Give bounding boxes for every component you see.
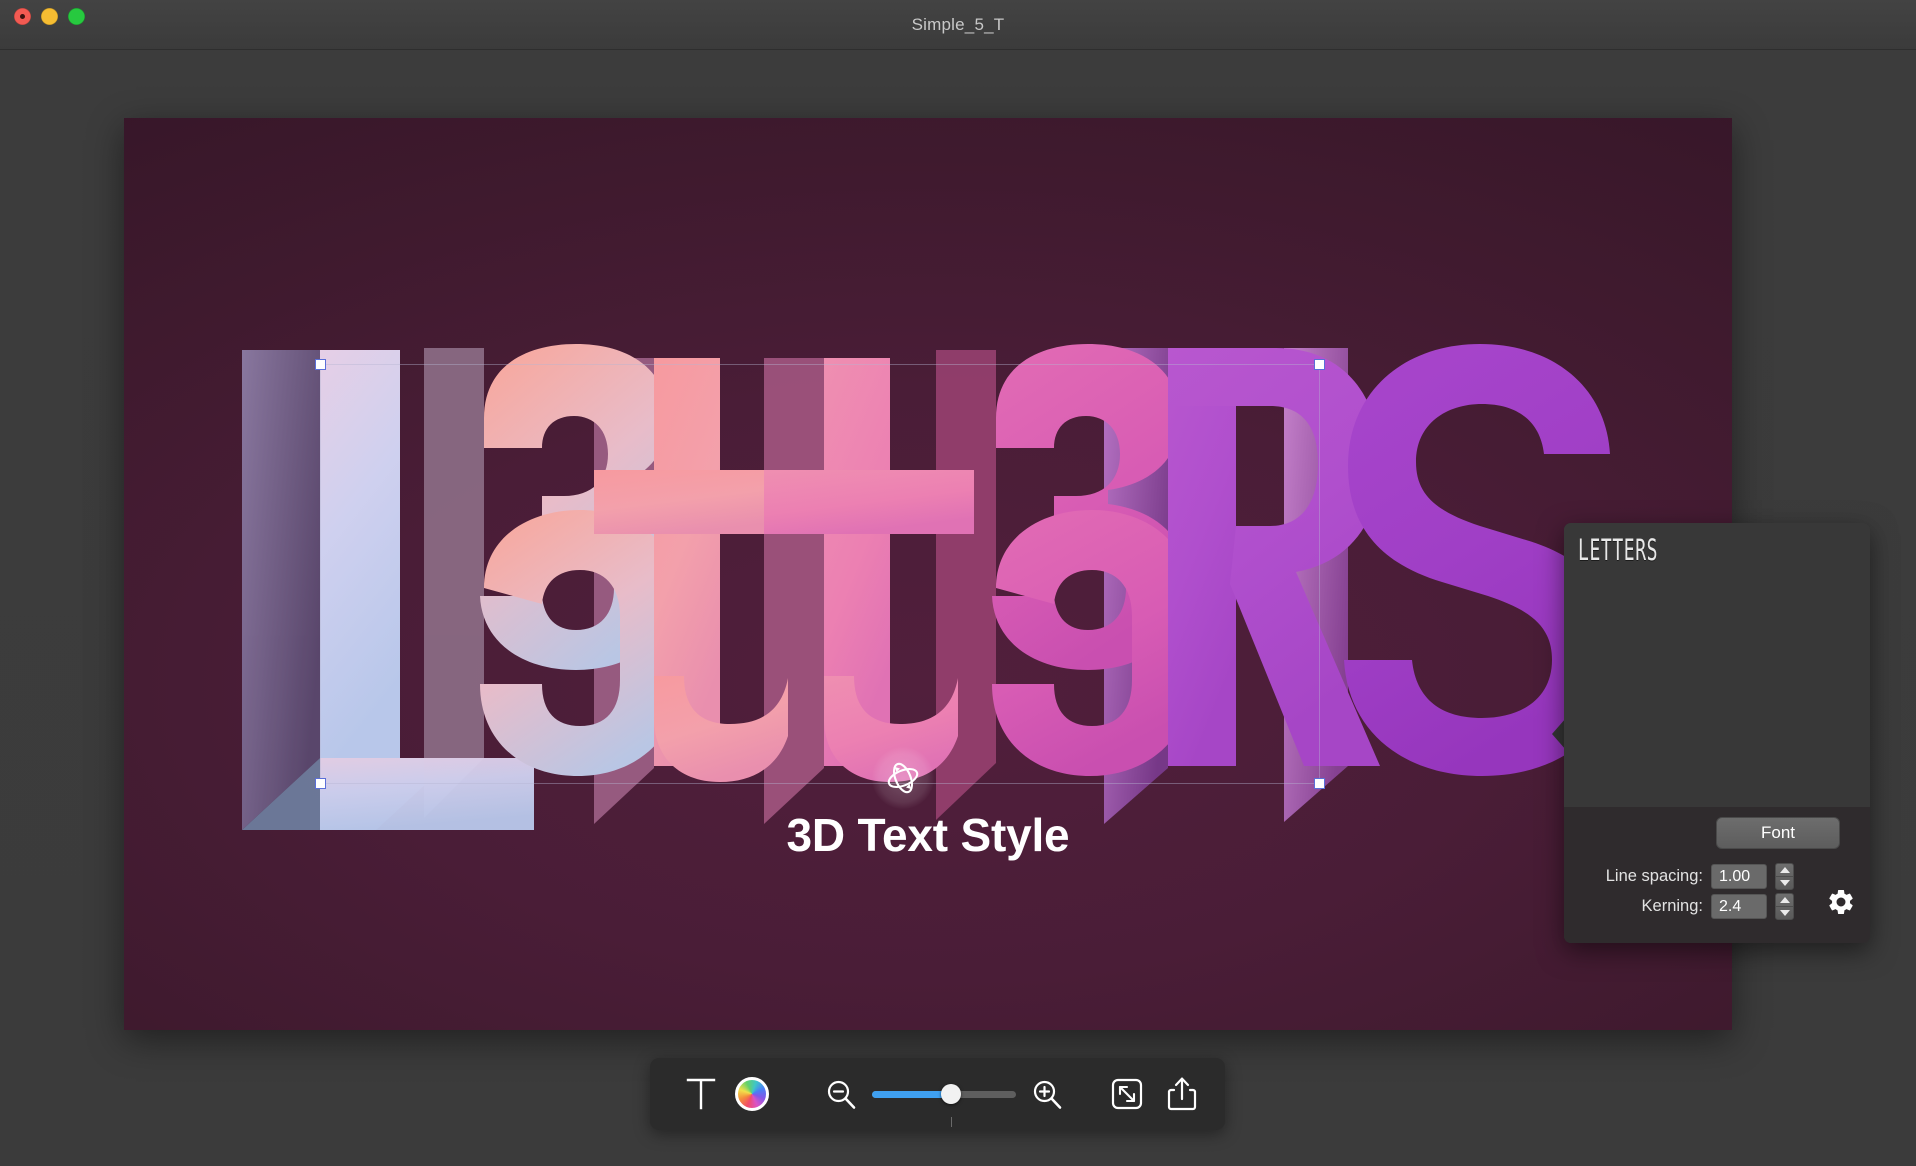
text-T-icon — [686, 1077, 716, 1111]
color-wheel-icon — [735, 1077, 769, 1111]
text-editor-value: LETTERS — [1578, 533, 1750, 567]
chevron-down-icon — [1780, 880, 1790, 886]
glyph-E — [480, 344, 680, 834]
magnifier-minus-icon — [824, 1077, 858, 1111]
glyph-R — [1168, 348, 1380, 766]
slider-fill — [872, 1091, 951, 1098]
kerning-row: Kerning: 2.4 — [1642, 893, 1794, 920]
chevron-up-icon — [1780, 867, 1790, 873]
kerning-label: Kerning: — [1642, 897, 1703, 916]
toolbar-color-wheel-button[interactable] — [732, 1074, 772, 1114]
letters-3d-artwork[interactable] — [124, 118, 1732, 1030]
bottom-toolbar — [650, 1058, 1225, 1130]
zoom-out-button[interactable] — [824, 1077, 858, 1111]
glyph-E-2 — [992, 344, 1192, 776]
application-window: Simple_5_T — [0, 0, 1916, 1166]
title-bar: Simple_5_T — [0, 0, 1916, 50]
gear-icon — [1826, 887, 1856, 917]
rotate-3d-handle[interactable] — [872, 747, 934, 809]
line-spacing-row: Line spacing: 1.00 — [1606, 863, 1794, 890]
share-button[interactable] — [1166, 1075, 1198, 1113]
share-upload-icon — [1166, 1075, 1198, 1113]
fit-to-screen-button[interactable] — [1110, 1077, 1144, 1111]
design-canvas[interactable]: 3D Text Style T — [124, 118, 1732, 1030]
slider-thumb[interactable] — [941, 1084, 961, 1104]
align-right-button[interactable] — [1658, 823, 1686, 843]
line-spacing-input[interactable]: 1.00 — [1711, 864, 1767, 889]
panel-controls: Font Line spacing: 1.00 Kerning: 2.4 — [1564, 807, 1870, 943]
resize-diagonal-icon — [1110, 1077, 1144, 1111]
magnifier-plus-icon — [1030, 1077, 1064, 1111]
rotate-3d-icon — [883, 758, 923, 798]
chevron-up-icon — [1780, 897, 1790, 903]
toolbar-text-tool-button[interactable] — [684, 1074, 718, 1114]
line-spacing-stepper[interactable] — [1775, 863, 1794, 890]
zoom-slider[interactable] — [872, 1074, 1016, 1114]
text-editor-field[interactable]: LETTERS — [1564, 523, 1870, 807]
settings-gear-button[interactable] — [1826, 887, 1856, 922]
canvas-container: 3D Text Style T — [124, 118, 1732, 1030]
zoom-in-button[interactable] — [1030, 1077, 1064, 1111]
chevron-down-icon — [1780, 910, 1790, 916]
window-title: Simple_5_T — [0, 0, 1916, 50]
align-center-button[interactable] — [1619, 823, 1647, 843]
kerning-input[interactable]: 2.4 — [1711, 894, 1767, 919]
slider-tick — [951, 1117, 952, 1127]
line-spacing-label: Line spacing: — [1606, 867, 1703, 886]
kerning-stepper[interactable] — [1775, 893, 1794, 920]
canvas-subtitle: 3D Text Style — [124, 808, 1732, 862]
font-button[interactable]: Font — [1716, 817, 1840, 849]
text-inspector-panel: LETTERS Font Line spacing: 1.00 — [1564, 523, 1870, 943]
alignment-button-group — [1580, 823, 1686, 843]
align-left-button[interactable] — [1580, 823, 1608, 843]
